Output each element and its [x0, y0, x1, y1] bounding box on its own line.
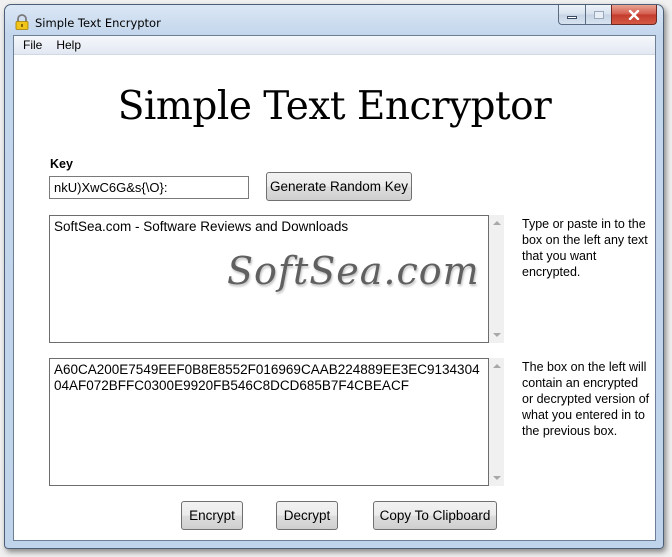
generate-random-key-button[interactable]: Generate Random Key	[266, 172, 412, 201]
menu-help[interactable]: Help	[49, 36, 88, 55]
input-scrollbar[interactable]	[489, 215, 504, 343]
lock-icon	[14, 14, 30, 30]
copy-to-clipboard-button[interactable]: Copy To Clipboard	[373, 501, 497, 530]
menu-file[interactable]: File	[16, 36, 49, 55]
input-hint: Type or paste in to the box on the left …	[522, 217, 648, 279]
output-scrollbar[interactable]	[489, 358, 504, 486]
scroll-down-icon[interactable]	[493, 333, 501, 337]
minimize-button[interactable]	[558, 5, 585, 25]
encrypt-button[interactable]: Encrypt	[181, 501, 243, 530]
app-window: Simple Text Encryptor File Help Simple T…	[4, 4, 664, 549]
decrypt-button[interactable]: Decrypt	[276, 501, 338, 530]
maximize-icon	[593, 10, 604, 19]
app-heading: Simple Text Encryptor	[117, 84, 552, 129]
output-textbox[interactable]: A60CA200E7549EEF0B8E8552F016969CAAB22488…	[49, 358, 489, 486]
window-controls	[558, 5, 657, 25]
key-label: Key	[50, 157, 73, 171]
key-input[interactable]	[49, 176, 249, 199]
window-title: Simple Text Encryptor	[35, 16, 161, 30]
title-bar[interactable]: Simple Text Encryptor	[5, 5, 663, 39]
maximize-button[interactable]	[585, 5, 611, 25]
client-area: File Help Simple Text Encryptor Key Gene…	[13, 35, 656, 541]
scroll-down-icon[interactable]	[493, 476, 501, 480]
output-hint: The box on the left will contain an encr…	[522, 360, 650, 438]
close-button[interactable]	[611, 5, 657, 25]
scroll-up-icon[interactable]	[493, 221, 501, 225]
watermark: SoftSea.com	[227, 249, 480, 293]
menu-bar: File Help	[14, 36, 655, 55]
close-icon	[628, 9, 640, 20]
minimize-icon	[567, 16, 577, 19]
scroll-up-icon[interactable]	[493, 364, 501, 368]
